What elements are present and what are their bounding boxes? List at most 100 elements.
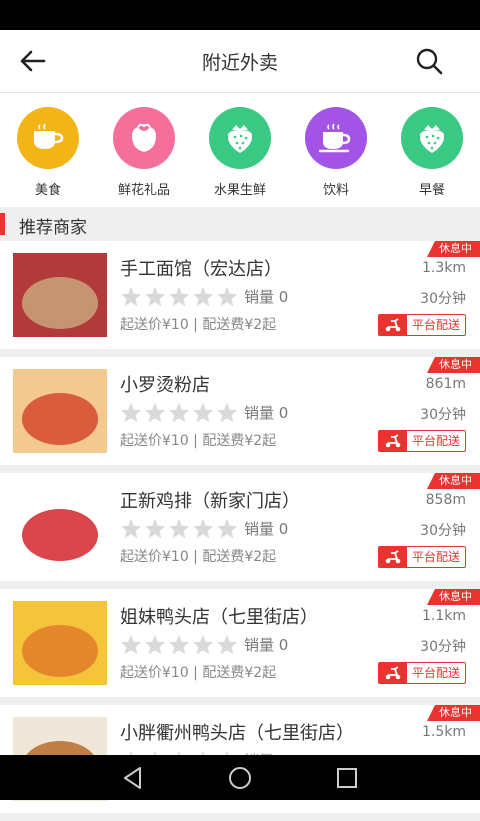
star-icon [192, 286, 214, 307]
sales-count: 销量 0 [244, 636, 289, 654]
category-breakfast[interactable]: 早餐 [384, 107, 480, 198]
strawberry-icon [419, 125, 445, 153]
delivery-tag-label: 平台配送 [411, 550, 460, 564]
platform-delivery-tag: 平台配送 [377, 546, 466, 568]
store-distance: 1.1km [421, 608, 466, 624]
section-accent-bar [0, 213, 5, 235]
nav-home-icon[interactable] [227, 765, 253, 791]
star-icon [168, 286, 190, 307]
page-title: 附近外卖 [201, 52, 278, 74]
header: 附近外卖 [0, 30, 480, 93]
store-row[interactable]: 小罗烫粉店 销量 0 起送价¥10 | 配送费¥2起 休息中 861m 30分钟 平台配送 [0, 357, 480, 465]
star-icon [144, 634, 166, 655]
star-icon [120, 402, 142, 423]
delivery-fee: 起送价¥10 | 配送费¥2起 [120, 433, 277, 449]
status-badge: 休息中 [427, 473, 480, 489]
store-thumbnail [13, 485, 107, 569]
sales-count: 销量 0 [244, 520, 289, 538]
star-icon [168, 634, 190, 655]
category-label: 鲜花礼品 [117, 183, 170, 198]
star-icon [192, 518, 214, 539]
platform-delivery-tag: 平台配送 [377, 430, 466, 452]
category-fruit-circle [209, 107, 271, 169]
category-food-circle [17, 107, 79, 169]
star-icon [216, 518, 238, 539]
section-header: 推荐商家 [0, 207, 480, 241]
store-row[interactable]: 手工面馆（宏达店） 销量 0 起送价¥10 | 配送费¥2起 休息中 1.3km 30分钟… [0, 241, 480, 349]
platform-delivery-tag: 平台配送 [377, 314, 466, 336]
delivery-fee: 起送价¥10 | 配送费¥2起 [120, 665, 277, 681]
delivery-time: 30分钟 [420, 523, 466, 539]
category-label: 早餐 [418, 183, 445, 198]
store-list: 手工面馆（宏达店） 销量 0 起送价¥10 | 配送费¥2起 休息中 1.3km 30分钟… [0, 241, 480, 821]
delivery-time: 30分钟 [420, 407, 466, 423]
category-drinks[interactable]: 饮料 [288, 107, 384, 198]
star-icon [120, 286, 142, 307]
status-badge: 休息中 [427, 589, 480, 605]
category-label: 饮料 [322, 183, 349, 198]
delivery-tag-label: 平台配送 [411, 434, 460, 448]
scooter-icon [378, 431, 407, 451]
coffee-mug-icon [318, 123, 351, 153]
status-badge: 休息中 [427, 241, 480, 257]
store-name: 小罗烫粉店 [120, 375, 210, 396]
store-name: 小胖衢州鸭头店（七里街店） [120, 723, 354, 744]
star-icon [144, 402, 166, 423]
rating-stars [120, 518, 238, 539]
rating-stars [120, 286, 238, 307]
store-distance: 1.5km [421, 724, 466, 740]
status-badge: 休息中 [427, 357, 480, 373]
category-flowers-circle [113, 107, 175, 169]
platform-delivery-tag: 平台配送 [377, 662, 466, 684]
category-label: 水果生鲜 [213, 183, 266, 198]
sales-count: 销量 0 [244, 404, 289, 422]
delivery-tag-label: 平台配送 [411, 318, 460, 332]
category-drinks-circle [305, 107, 367, 169]
delivery-fee: 起送价¥10 | 配送费¥2起 [120, 317, 277, 333]
star-icon [144, 286, 166, 307]
delivery-tag-label: 平台配送 [411, 666, 460, 680]
scooter-icon [378, 315, 407, 335]
star-icon [120, 634, 142, 655]
search-icon[interactable] [414, 46, 444, 76]
rating-stars [120, 634, 238, 655]
rating-stars [120, 402, 238, 423]
star-icon [216, 402, 238, 423]
store-thumbnail [13, 369, 107, 453]
star-icon [120, 518, 142, 539]
store-distance: 1.3km [421, 260, 466, 276]
status-bar [0, 0, 480, 30]
coffee-cup-icon [34, 123, 64, 149]
store-distance: 858m [425, 492, 466, 508]
star-icon [216, 634, 238, 655]
system-nav-bar [0, 755, 480, 800]
store-name: 正新鸡排（新家门店） [120, 491, 300, 512]
star-icon [192, 402, 214, 423]
star-icon [144, 518, 166, 539]
flower-icon [132, 123, 156, 152]
status-badge: 休息中 [427, 705, 480, 721]
store-thumbnail [13, 253, 107, 337]
store-row[interactable]: 正新鸡排（新家门店） 销量 0 起送价¥10 | 配送费¥2起 休息中 858m 30分钟… [0, 473, 480, 581]
category-food[interactable]: 美食 [0, 107, 96, 198]
category-breakfast-circle [401, 107, 463, 169]
strawberry-icon [227, 125, 253, 153]
star-icon [168, 518, 190, 539]
star-icon [168, 402, 190, 423]
delivery-time: 30分钟 [420, 639, 466, 655]
store-name: 姐妹鸭头店（七里街店） [120, 607, 318, 628]
section-title: 推荐商家 [19, 218, 87, 238]
store-thumbnail [13, 601, 107, 685]
sales-count: 销量 0 [244, 288, 289, 306]
star-icon [192, 634, 214, 655]
delivery-time: 30分钟 [420, 291, 466, 307]
star-icon [216, 286, 238, 307]
category-bar: 美食 鲜花礼品 水果生鲜 饮料 早餐 [0, 93, 480, 207]
nav-recents-icon[interactable] [334, 765, 360, 791]
delivery-fee: 起送价¥10 | 配送费¥2起 [120, 549, 277, 565]
category-label: 美食 [34, 183, 61, 198]
nav-back-icon[interactable] [120, 765, 146, 791]
category-flowers[interactable]: 鲜花礼品 [96, 107, 192, 198]
category-fruit[interactable]: 水果生鲜 [192, 107, 288, 198]
store-row[interactable]: 姐妹鸭头店（七里街店） 销量 0 起送价¥10 | 配送费¥2起 休息中 1.1km 30… [0, 589, 480, 697]
